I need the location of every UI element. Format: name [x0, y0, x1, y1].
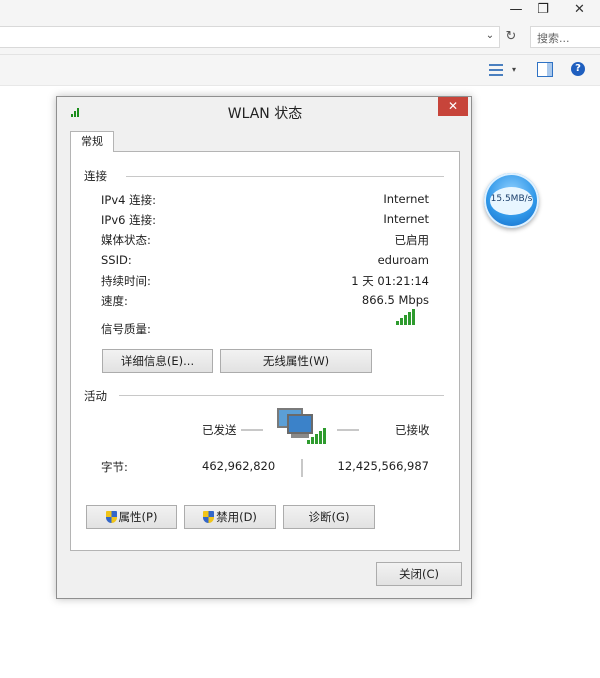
ipv6-value: Internet [383, 212, 429, 226]
duration-label: 持续时间: [101, 274, 151, 288]
received-line [337, 429, 359, 431]
properties-button[interactable]: 属性(P) [86, 505, 177, 529]
disable-button-label: 禁用(D) [216, 510, 257, 524]
speed-value-text: 866.5 Mbps [361, 293, 429, 307]
refresh-icon[interactable]: ↻ [502, 27, 520, 47]
background-title-bar: — ❐ ✕ [0, 0, 600, 22]
shield-icon [105, 511, 117, 523]
ssid-value: eduroam [377, 253, 429, 267]
maximize-button[interactable]: ❐ [529, 0, 557, 20]
sent-label: 已发送 [202, 423, 237, 437]
speed-value: 15.5MB/s [490, 194, 533, 204]
properties-button-label: 属性(P) [118, 510, 158, 524]
wlan-status-dialog: WLAN 状态 ✕ 常规 连接 IPv4 连接: Internet IPv6 连… [56, 96, 472, 599]
dialog-close-button[interactable]: ✕ [438, 97, 468, 116]
search-input[interactable]: 搜索... [530, 26, 600, 48]
disable-button[interactable]: 禁用(D) [184, 505, 276, 529]
help-icon[interactable]: ? [571, 62, 585, 76]
ipv4-label: IPv4 连接: [101, 193, 156, 207]
signal-quality-label: 信号质量: [101, 322, 151, 336]
shield-icon [203, 511, 215, 523]
ipv4-value: Internet [383, 192, 429, 206]
wireless-properties-button[interactable]: 无线属性(W) [220, 349, 372, 373]
bytes-received-value: 12,425,566,987 [337, 459, 429, 473]
activity-divider [119, 395, 444, 396]
speed-label: 速度: [101, 294, 128, 308]
activity-heading: 活动 [84, 389, 107, 403]
preview-pane-icon[interactable] [537, 62, 553, 77]
ssid-label: SSID: [101, 253, 132, 267]
background-toolbar: ▾ ? [0, 55, 600, 86]
view-dropdown-icon[interactable]: ▾ [512, 62, 520, 78]
ipv6-label: IPv6 连接: [101, 213, 156, 227]
details-button[interactable]: 详细信息(E)... [102, 349, 213, 373]
chevron-down-icon[interactable]: ⌄ [484, 30, 496, 41]
connection-heading: 连接 [84, 169, 107, 183]
signal-strength-icon [396, 309, 416, 325]
network-speed-widget[interactable]: 15.5MB/s [484, 173, 539, 228]
bytes-sent-value: 462,962,820 [202, 459, 276, 473]
view-options-icon[interactable] [489, 62, 503, 78]
diagnose-button[interactable]: 诊断(G) [283, 505, 375, 529]
connection-divider [126, 176, 444, 177]
sent-line [241, 429, 263, 431]
media-state-label: 媒体状态: [101, 233, 151, 247]
dialog-title: WLAN 状态 [227, 106, 303, 122]
close-window-button[interactable]: ✕ [559, 0, 600, 20]
close-button[interactable]: 关闭(C) [376, 562, 462, 586]
network-computer-icon [277, 408, 326, 446]
duration-value: 1 天 01:21:14 [351, 274, 429, 288]
bytes-separator [301, 459, 303, 477]
bytes-label: 字节: [101, 460, 128, 474]
received-label: 已接收 [395, 423, 430, 437]
tab-general[interactable]: 常规 [70, 131, 114, 152]
address-bar[interactable]: ⌄ [0, 26, 500, 48]
general-panel: 连接 IPv4 连接: Internet IPv6 连接: Internet 媒… [70, 151, 460, 551]
minimize-button[interactable]: — [503, 0, 529, 20]
address-row: ⌄ ↻ 搜索... [0, 22, 600, 55]
search-placeholder: 搜索... [537, 32, 570, 45]
media-state-value: 已启用 [394, 233, 430, 247]
